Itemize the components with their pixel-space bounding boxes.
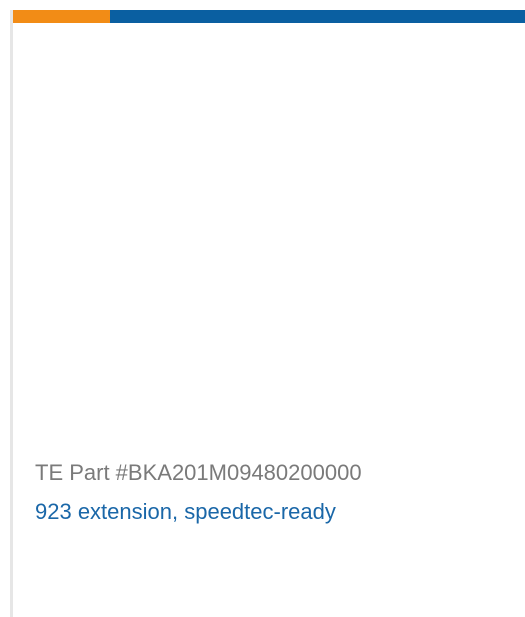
product-name-link[interactable]: 923 extension, speedtec-ready (35, 499, 336, 525)
accent-bar-blue (110, 10, 525, 23)
part-number-text: TE Part #BKA201M09480200000 (35, 460, 362, 485)
card-top-accent-bar (13, 10, 525, 23)
product-card[interactable]: TE Part #BKA201M09480200000 923 extensio… (10, 10, 525, 617)
product-image-placeholder (13, 23, 525, 443)
accent-bar-orange (13, 10, 110, 23)
